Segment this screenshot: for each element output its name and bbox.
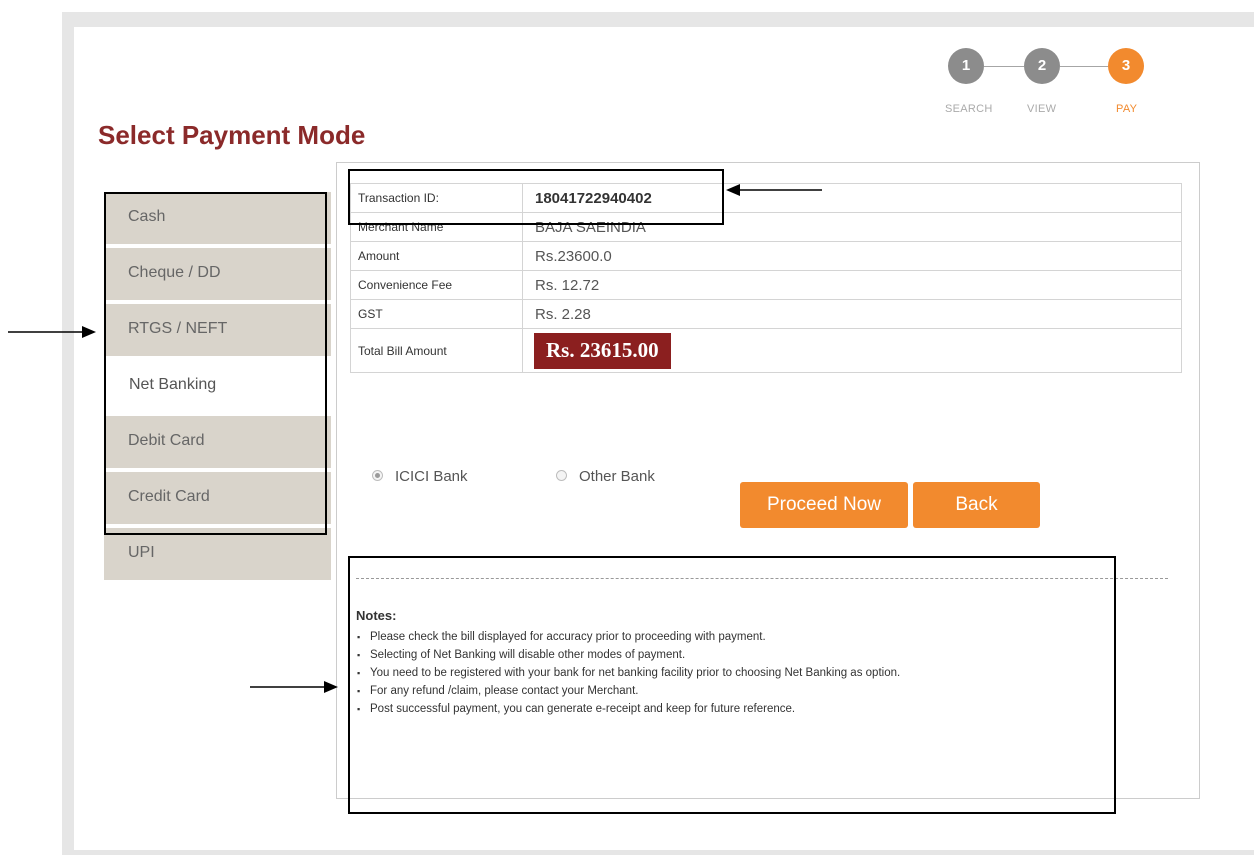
- amount-value: Rs.23600.0: [522, 241, 1182, 271]
- convenience-fee-label: Convenience Fee: [350, 270, 523, 300]
- list-item: For any refund /claim, please contact yo…: [356, 683, 1116, 699]
- tab-debit-card[interactable]: Debit Card: [104, 416, 331, 470]
- tab-rtgs-neft[interactable]: RTGS / NEFT: [104, 304, 331, 358]
- merchant-name-value: BAJA SAEINDIA: [522, 212, 1182, 242]
- merchant-name-label: Merchant Name: [350, 212, 523, 242]
- bank-option-label: ICICI Bank: [395, 468, 468, 485]
- step-1-label: SEARCH: [945, 103, 993, 115]
- notes-list: Please check the bill displayed for accu…: [356, 629, 1116, 719]
- table-row: Amount Rs.23600.0: [350, 241, 1182, 271]
- step-3-circle: 3: [1108, 48, 1144, 84]
- total-bill-value: Rs. 23615.00: [534, 332, 671, 369]
- bank-option-label: Other Bank: [579, 468, 655, 485]
- notes-title: Notes:: [356, 608, 397, 623]
- tab-credit-card[interactable]: Credit Card: [104, 472, 331, 526]
- table-row: Total Bill Amount Rs. 23615.00: [350, 328, 1182, 373]
- page-title: Select Payment Mode: [98, 120, 366, 150]
- step-connector: [984, 66, 1024, 67]
- table-row: Transaction ID: 18041722940402: [350, 183, 1182, 213]
- total-bill-cell: Rs. 23615.00: [522, 328, 1182, 373]
- list-item: Selecting of Net Banking will disable ot…: [356, 647, 1116, 663]
- bill-details-table: Transaction ID: 18041722940402 Merchant …: [350, 183, 1182, 373]
- step-2-circle: 2: [1024, 48, 1060, 84]
- amount-label: Amount: [350, 241, 523, 271]
- tab-net-banking[interactable]: Net Banking: [104, 360, 331, 414]
- tab-cash[interactable]: Cash: [104, 192, 331, 246]
- list-item: Post successful payment, you can generat…: [356, 701, 1116, 717]
- convenience-fee-value: Rs. 12.72: [522, 270, 1182, 300]
- table-row: GST Rs. 2.28: [350, 299, 1182, 329]
- transaction-id-value: 18041722940402: [522, 183, 1182, 213]
- divider: [356, 578, 1168, 579]
- tab-upi[interactable]: UPI: [104, 528, 331, 582]
- table-row: Convenience Fee Rs. 12.72: [350, 270, 1182, 300]
- step-1-circle: 1: [948, 48, 984, 84]
- tab-cheque-dd[interactable]: Cheque / DD: [104, 248, 331, 302]
- step-connector: [1060, 66, 1108, 67]
- bank-option-icici[interactable]: ICICI Bank: [372, 468, 468, 485]
- bank-option-other[interactable]: Other Bank: [556, 468, 655, 485]
- step-2-label: VIEW: [1027, 103, 1057, 115]
- table-row: Merchant Name BAJA SAEINDIA: [350, 212, 1182, 242]
- radio-icon[interactable]: [556, 469, 567, 481]
- total-bill-label: Total Bill Amount: [350, 328, 523, 373]
- back-button[interactable]: Back: [913, 482, 1040, 528]
- radio-icon[interactable]: [372, 469, 383, 481]
- transaction-id-label: Transaction ID:: [350, 183, 523, 213]
- list-item: You need to be registered with your bank…: [356, 665, 1116, 681]
- proceed-now-button[interactable]: Proceed Now: [740, 482, 908, 528]
- step-3-label: PAY: [1116, 103, 1138, 115]
- list-item: Please check the bill displayed for accu…: [356, 629, 1116, 645]
- gst-label: GST: [350, 299, 523, 329]
- gst-value: Rs. 2.28: [522, 299, 1182, 329]
